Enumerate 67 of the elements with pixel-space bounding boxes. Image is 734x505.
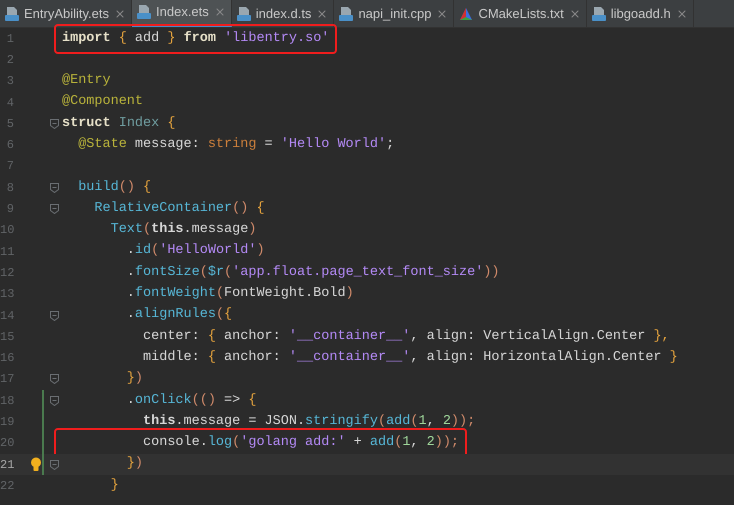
close-icon[interactable] [568, 8, 581, 20]
file-icon [592, 6, 606, 22]
code-line: @Entry [62, 72, 111, 90]
line-number: 8 [6, 180, 14, 197]
file-icon [339, 6, 354, 22]
close-icon[interactable] [114, 8, 126, 20]
fold-icon[interactable] [50, 204, 59, 214]
line-number: 5 [6, 116, 14, 133]
line-number: 16 [0, 350, 14, 368]
fold-icon[interactable] [50, 396, 59, 406]
line-number: 14 [0, 308, 14, 324]
code-line: .alignRules({ [126, 306, 232, 324]
code-line: this.message = JSON.stringify(add(1, 2)); [142, 412, 476, 431]
line-number: 21 [0, 456, 14, 474]
close-icon[interactable] [436, 8, 448, 20]
file-icon [236, 6, 251, 22]
line-number: 2 [6, 52, 14, 69]
line-number: 22 [0, 478, 14, 495]
fold-icon[interactable] [50, 118, 59, 129]
fold-icon[interactable] [50, 460, 59, 470]
code-line: }) [126, 370, 144, 388]
fold-icon[interactable] [50, 374, 59, 384]
line-number: 9 [6, 201, 14, 218]
editor-tab[interactable]: index.d.ts [232, 0, 334, 27]
line-number: 17 [0, 371, 14, 388]
code-line: }) [126, 455, 144, 474]
code-line: center: { anchor: '__container__', align: VerticalAlign.Center }, [142, 328, 670, 346]
close-icon[interactable] [676, 8, 688, 20]
line-number: 11 [0, 244, 14, 261]
fold-icon[interactable] [50, 310, 59, 320]
line-number: 3 [6, 73, 14, 90]
code-line: @Component [62, 93, 144, 112]
code-line: .fontSize($r('app.float.page_text_font_size')) [126, 264, 500, 282]
line-number: 13 [0, 286, 14, 304]
code-line: build() { [77, 178, 152, 197]
line-number: 18 [0, 392, 14, 410]
editor-tab[interactable]: Index.ets [132, 0, 232, 27]
line-number: 10 [0, 222, 14, 240]
editor-tab[interactable]: libgoadd.h [586, 0, 694, 27]
editor-tab[interactable]: CMakeLists.txt [454, 0, 587, 27]
file-icon [137, 4, 152, 20]
line-number: 6 [6, 137, 14, 154]
code-line: middle: { anchor: '__container__', align: HorizontalAlign.Center } [142, 348, 678, 367]
code-line: struct Index { [62, 114, 176, 133]
close-icon[interactable] [214, 6, 226, 18]
line-number: 12 [0, 264, 14, 282]
triangle-icon [459, 6, 474, 20]
file-icon [5, 6, 19, 22]
code-line: .id('HelloWorld') [126, 242, 265, 260]
code-line: console.log('golang add:' + add(1, 2)); [142, 434, 460, 452]
line-number: 4 [6, 94, 14, 112]
code-line: } [110, 476, 119, 495]
editor-tab[interactable]: napi_init.cpp [334, 0, 454, 27]
code-line: Text(this.message) [110, 221, 256, 240]
code-line: RelativeContainer() { [93, 200, 265, 218]
lightbulb-icon[interactable] [30, 457, 42, 472]
code-line: .fontWeight(FontWeight.Bold) [126, 285, 354, 304]
line-number: 7 [6, 158, 14, 176]
line-number: 20 [0, 435, 14, 452]
code-line: .onClick(() => { [126, 392, 256, 410]
code-line: @State message: string = 'Hello World'; [77, 136, 394, 154]
close-icon[interactable] [316, 8, 328, 20]
fold-icon[interactable] [50, 182, 59, 193]
line-number: 19 [0, 414, 14, 431]
code-line: import { add } from 'libentry.so' [62, 30, 330, 48]
line-number: 15 [0, 328, 14, 346]
line-number: 1 [6, 30, 14, 48]
